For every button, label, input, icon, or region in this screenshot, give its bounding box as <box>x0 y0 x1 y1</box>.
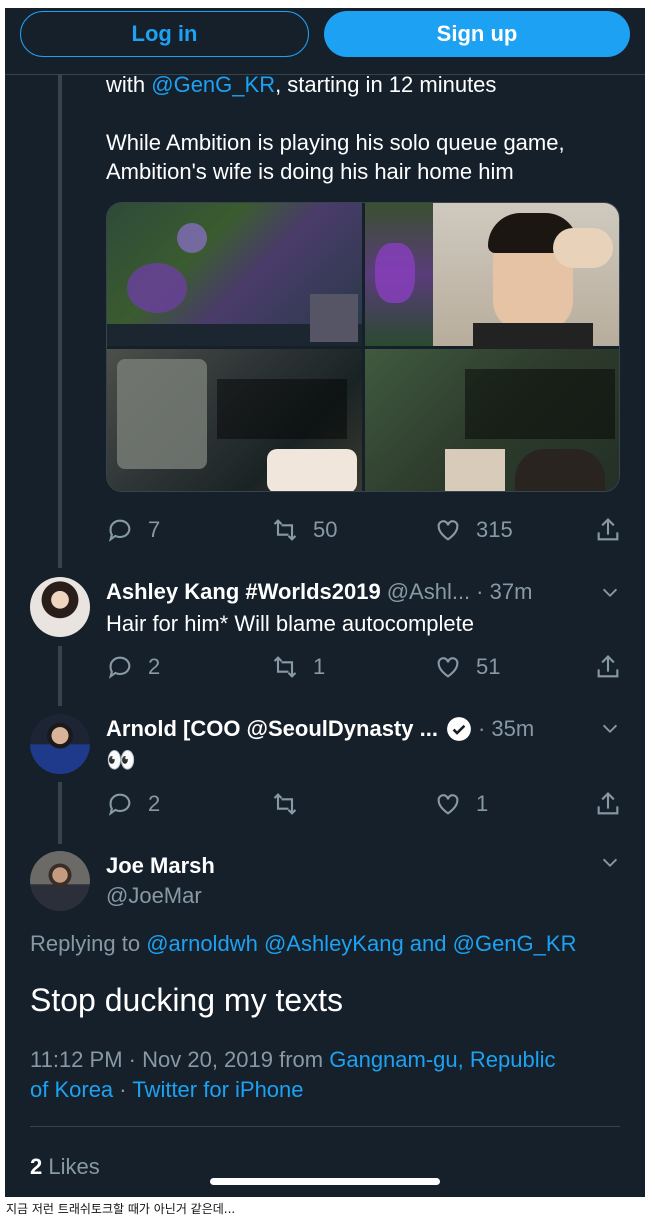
display-name[interactable]: Arnold [COO @SeoulDynasty ... <box>106 716 438 742</box>
share-action[interactable] <box>594 790 622 818</box>
retweet-action[interactable]: 50 <box>271 516 337 544</box>
author-handle-row: @JoeMar <box>100 881 202 911</box>
retweet-action[interactable] <box>271 790 313 818</box>
reply-icon <box>108 519 131 542</box>
like-action[interactable]: 51 <box>434 653 500 681</box>
reply-text: 👀 <box>106 747 136 774</box>
location-link[interactable]: Gangnam-gu, Republic <box>329 1047 555 1072</box>
reply-action[interactable]: 2 <box>106 790 160 818</box>
reply-header: Ashley Kang #Worlds2019 @Ashl... · 37m <box>106 577 532 607</box>
like-icon <box>437 520 459 541</box>
media-image-webcam[interactable] <box>433 203 619 353</box>
home-indicator <box>210 1178 440 1185</box>
likes-count[interactable]: 2 Likes <box>30 1152 100 1181</box>
replying-to: Replying to @arnoldwh @AshleyKang and @G… <box>30 931 577 956</box>
timestamp: · 37m <box>476 579 533 604</box>
mention-link[interactable]: @GenG_KR <box>151 72 275 97</box>
auth-bar: Log in Sign up <box>5 8 645 75</box>
verified-icon <box>447 717 471 741</box>
divider <box>30 1126 620 1127</box>
like-icon <box>437 657 459 678</box>
reply-action[interactable]: 7 <box>106 516 160 544</box>
image-caption: 지금 저런 트래쉬토크할 때가 아닌거 같은데... <box>6 1202 236 1216</box>
display-name[interactable]: Joe Marsh <box>106 853 215 879</box>
mention-link[interactable]: @arnoldwh <box>146 931 258 956</box>
reply-header: Arnold [COO @SeoulDynasty ... · 35m <box>106 714 534 744</box>
share-icon <box>597 792 619 815</box>
share-icon <box>597 655 619 678</box>
tweet-text-line: Ambition's wife is doing his hair home h… <box>106 159 514 184</box>
share-action[interactable] <box>594 653 622 681</box>
display-name[interactable]: Ashley Kang #Worlds2019 <box>106 579 381 605</box>
like-icon <box>437 794 459 815</box>
mention-link[interactable]: @GenG_KR <box>453 931 577 956</box>
like-action[interactable]: 315 <box>434 516 513 544</box>
media-image-game-3[interactable] <box>107 349 362 491</box>
avatar[interactable] <box>30 851 90 911</box>
media-image-game-1[interactable] <box>107 203 362 346</box>
retweet-action[interactable]: 1 <box>271 653 325 681</box>
retweet-icon <box>273 656 297 678</box>
tweet-meta: 11:12 PM · Nov 20, 2019 from Gangnam-gu,… <box>30 1047 556 1072</box>
timestamp: · 35m <box>477 716 535 741</box>
tweet-date[interactable]: Nov 20, 2019 <box>142 1047 273 1072</box>
tweet-time[interactable]: 11:12 PM <box>30 1047 123 1072</box>
chevron-down-icon[interactable] <box>599 582 621 604</box>
tweet-text-line: While Ambition is playing his solo queue… <box>106 130 565 155</box>
reply-icon <box>108 656 131 679</box>
chevron-down-icon[interactable] <box>599 852 621 874</box>
reply-icon <box>108 793 131 816</box>
share-icon <box>597 518 619 541</box>
share-action[interactable] <box>594 516 622 544</box>
login-button[interactable]: Log in <box>20 11 309 57</box>
reply-text: Hair for him* Will blame autocomplete <box>106 611 475 636</box>
signup-button[interactable]: Sign up <box>324 11 630 57</box>
handle[interactable]: @JoeMar <box>106 883 202 909</box>
retweet-icon <box>273 793 297 815</box>
thread-line <box>58 75 62 568</box>
main-tweet-text: Stop ducking my texts <box>30 982 344 1018</box>
chevron-down-icon[interactable] <box>599 718 621 740</box>
tweet-actions: 7 50 315 <box>106 516 626 546</box>
author-name-row: Joe Marsh <box>106 851 215 881</box>
tweet-screen: Log in Sign up with @GenG_KR, starting i… <box>5 8 645 1197</box>
thread-line <box>58 646 62 706</box>
tweet-meta: of Korea · Twitter for iPhone <box>30 1077 304 1102</box>
media-image-game-2[interactable] <box>365 203 433 346</box>
client-link[interactable]: Twitter for iPhone <box>132 1077 303 1102</box>
reply-action[interactable]: 2 <box>106 653 160 681</box>
tweet-media-grid[interactable] <box>106 202 620 492</box>
thread-line <box>58 782 62 844</box>
retweet-icon <box>273 519 297 541</box>
location-link[interactable]: of Korea <box>30 1077 113 1102</box>
media-image-game-4[interactable] <box>365 349 619 491</box>
tweet-actions: 2 1 <box>106 790 626 820</box>
mention-link[interactable]: @AshleyKang <box>264 931 404 956</box>
top-margin <box>0 0 655 8</box>
handle[interactable]: @Ashl... <box>387 579 470 605</box>
tweet-actions: 2 1 51 <box>106 653 626 683</box>
avatar[interactable] <box>30 577 90 637</box>
like-action[interactable]: 1 <box>434 790 488 818</box>
avatar[interactable] <box>30 714 90 774</box>
